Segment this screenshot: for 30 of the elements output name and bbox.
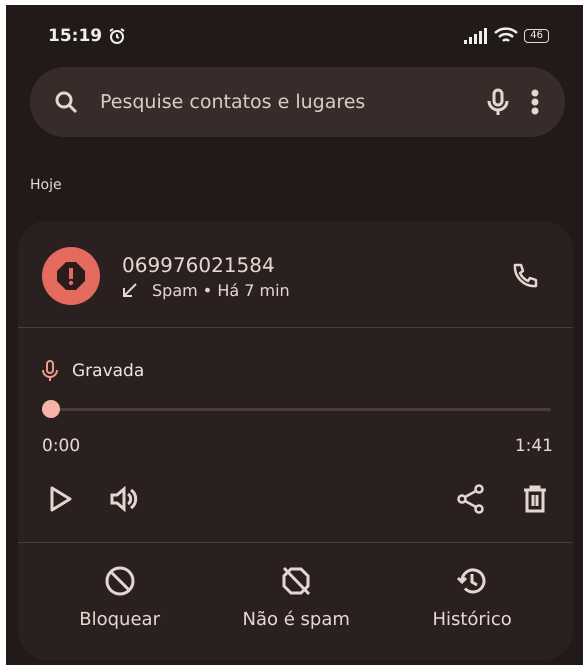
duration-time: 1:41 [514,436,553,456]
action-button[interactable]: Bloquear [79,565,160,630]
more-options-icon[interactable] [531,89,539,115]
share-icon[interactable] [457,484,485,514]
clock-time: 15:19 [48,26,102,46]
action-button[interactable]: Histórico [432,565,512,630]
battery-level: 46 [524,29,549,43]
section-header: Hoje [30,177,63,195]
signal-icon [464,28,488,44]
phone-number: 069976021584 [122,252,276,276]
phone-icon[interactable] [511,262,539,290]
trash-icon[interactable] [523,485,547,513]
seek-slider[interactable] [42,400,551,418]
crossed-octagon-icon [280,565,312,597]
microphone-icon[interactable] [487,88,509,116]
elapsed-time: 0:00 [42,436,80,456]
incoming-arrow-icon [122,282,138,298]
search-field[interactable]: Pesquise contatos e lugares [30,67,565,137]
action-button[interactable]: Não é spam [242,565,350,630]
warning-octagon-icon [55,260,87,292]
speaker-icon[interactable] [110,486,138,512]
slider-thumb[interactable] [42,400,60,418]
block-icon [104,565,136,597]
search-icon [54,90,78,114]
search-placeholder: Pesquise contatos e lugares [100,91,366,113]
microphone-icon [42,360,58,382]
recording-label: Gravada [72,361,144,381]
alarm-clock-icon [108,27,126,45]
play-icon[interactable] [50,486,72,512]
call-details: Spam • Há 7 min [152,280,290,300]
